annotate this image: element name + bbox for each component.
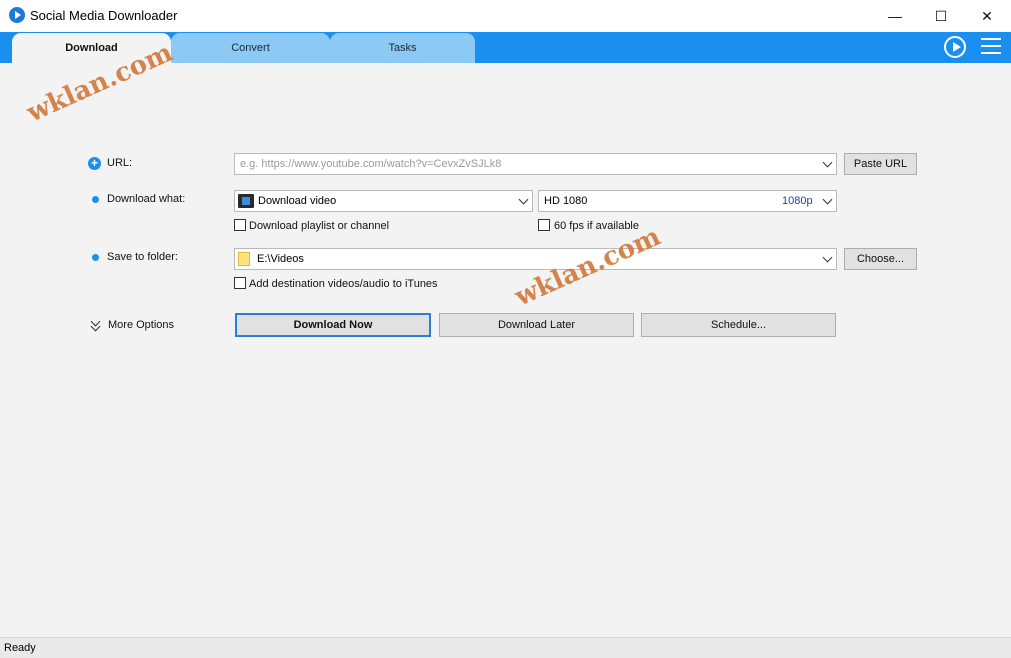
- fps-checkbox[interactable]: [538, 219, 550, 231]
- download-later-button[interactable]: Download Later: [439, 313, 634, 337]
- itunes-checkbox-label[interactable]: Add destination videos/audio to iTunes: [249, 278, 438, 290]
- save-folder-label: Save to folder:: [107, 251, 178, 263]
- quality-tag: 1080p: [782, 195, 813, 207]
- quality-select[interactable]: HD 1080 1080p: [538, 190, 837, 212]
- status-bar: Ready: [0, 637, 1011, 658]
- choose-folder-button[interactable]: Choose...: [844, 248, 917, 270]
- window-title: Social Media Downloader: [30, 8, 178, 23]
- title-bar: Social Media Downloader — ☐ ✕: [0, 0, 1011, 32]
- download-now-button[interactable]: Download Now: [235, 313, 431, 337]
- playlist-checkbox-label[interactable]: Download playlist or channel: [249, 220, 389, 232]
- quality-value: HD 1080: [544, 195, 588, 207]
- schedule-button[interactable]: Schedule...: [641, 313, 836, 337]
- download-type-value: Download video: [258, 195, 337, 207]
- more-options-link[interactable]: More Options: [108, 319, 174, 331]
- film-icon: [238, 194, 254, 208]
- chevron-down-icon[interactable]: [823, 196, 833, 206]
- paste-url-button[interactable]: Paste URL: [844, 153, 917, 175]
- app-logo-icon: [9, 7, 25, 23]
- download-what-label: Download what:: [107, 193, 186, 205]
- itunes-checkbox[interactable]: [234, 277, 246, 289]
- menu-icon[interactable]: [981, 38, 1001, 56]
- folder-icon: [238, 252, 250, 266]
- chevron-down-icon[interactable]: [823, 254, 833, 264]
- plus-icon[interactable]: +: [88, 157, 101, 170]
- chevron-down-icon[interactable]: [519, 196, 529, 206]
- status-text: Ready: [4, 642, 36, 654]
- bullet-icon: [92, 254, 99, 261]
- download-type-select[interactable]: Download video: [234, 190, 533, 212]
- maximize-button[interactable]: ☐: [918, 0, 964, 32]
- folder-value: E:\Videos: [257, 253, 304, 265]
- tab-tasks[interactable]: Tasks: [330, 33, 475, 63]
- folder-select[interactable]: E:\Videos: [234, 248, 837, 270]
- double-chevron-down-icon[interactable]: [89, 318, 103, 332]
- close-button[interactable]: ✕: [964, 0, 1010, 32]
- main-panel: [0, 63, 1011, 637]
- url-label: URL:: [107, 157, 133, 169]
- bullet-icon: [92, 196, 99, 203]
- play-icon[interactable]: [944, 36, 966, 58]
- chevron-down-icon[interactable]: [823, 159, 833, 169]
- url-input[interactable]: e.g. https://www.youtube.com/watch?v=Cev…: [234, 153, 837, 175]
- playlist-checkbox[interactable]: [234, 219, 246, 231]
- tab-convert[interactable]: Convert: [171, 33, 330, 63]
- url-placeholder: e.g. https://www.youtube.com/watch?v=Cev…: [240, 158, 502, 170]
- fps-checkbox-label[interactable]: 60 fps if available: [554, 220, 639, 232]
- minimize-button[interactable]: —: [872, 0, 918, 32]
